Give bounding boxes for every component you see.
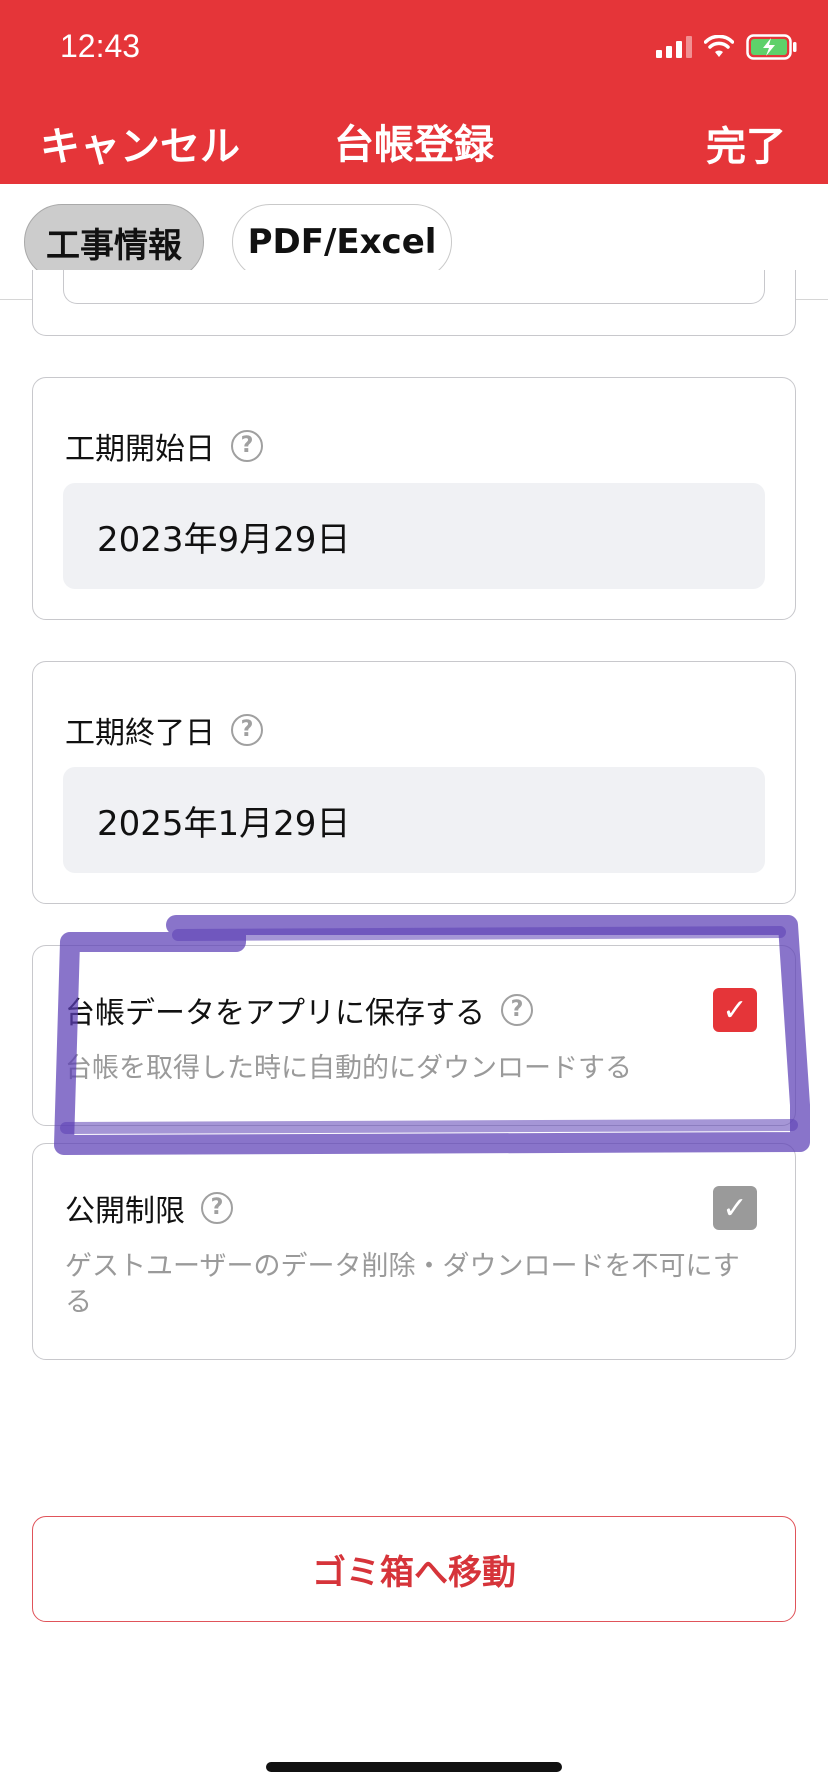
start-date-label: 工期開始日 bbox=[65, 432, 215, 467]
previous-field-input-edge[interactable] bbox=[63, 270, 765, 304]
tab-pdf-excel[interactable]: PDF/Excel bbox=[232, 204, 452, 280]
public-restriction-label-row: 公開制限 ? bbox=[65, 1186, 233, 1230]
end-date-field[interactable]: 2025年1月29日 bbox=[63, 767, 765, 873]
public-restriction-checkbox[interactable]: ✓ bbox=[713, 1186, 757, 1230]
app-header: 12:43 キャンセル 台帳登録 完了 bbox=[0, 0, 828, 184]
public-restriction-label: 公開制限 bbox=[65, 1194, 185, 1229]
public-restriction-description: ゲストユーザーのデータ削除・ダウンロードを不可にする bbox=[65, 1251, 740, 1318]
previous-field-card bbox=[32, 270, 796, 336]
move-to-trash-button[interactable]: ゴミ箱へ移動 bbox=[32, 1516, 796, 1622]
save-to-app-label-row: 台帳データをアプリに保存する ? bbox=[65, 988, 533, 1032]
help-icon[interactable]: ? bbox=[231, 430, 263, 462]
help-icon[interactable]: ? bbox=[501, 994, 533, 1026]
help-icon[interactable]: ? bbox=[231, 714, 263, 746]
help-icon[interactable]: ? bbox=[201, 1192, 233, 1224]
end-date-label-row: 工期終了日 ? bbox=[65, 708, 263, 752]
public-restriction-card: 公開制限 ? ✓ ゲストユーザーのデータ削除・ダウンロードを不可にする bbox=[32, 1143, 796, 1360]
status-icons bbox=[656, 34, 798, 60]
signal-icon bbox=[656, 36, 692, 58]
page-title: 台帳登録 bbox=[334, 122, 494, 168]
home-indicator bbox=[266, 1762, 562, 1772]
save-to-app-description: 台帳を取得した時に自動的にダウンロードする bbox=[65, 1053, 632, 1084]
start-date-card: 工期開始日 ? 2023年9月29日 bbox=[32, 377, 796, 620]
start-date-field[interactable]: 2023年9月29日 bbox=[63, 483, 765, 589]
save-to-app-checkbox[interactable]: ✓ bbox=[713, 988, 757, 1032]
start-date-label-row: 工期開始日 ? bbox=[65, 424, 263, 468]
save-to-app-card: 台帳データをアプリに保存する ? ✓ 台帳を取得した時に自動的にダウンロードする bbox=[32, 945, 796, 1126]
done-button[interactable]: 完了 bbox=[706, 114, 786, 172]
save-to-app-label: 台帳データをアプリに保存する bbox=[65, 996, 485, 1031]
status-time: 12:43 bbox=[60, 28, 141, 64]
wifi-icon bbox=[704, 35, 734, 57]
battery-charging-icon bbox=[746, 34, 797, 60]
end-date-label: 工期終了日 bbox=[65, 716, 215, 751]
tab-construction-info[interactable]: 工事情報 bbox=[24, 204, 204, 280]
end-date-card: 工期終了日 ? 2025年1月29日 bbox=[32, 661, 796, 904]
